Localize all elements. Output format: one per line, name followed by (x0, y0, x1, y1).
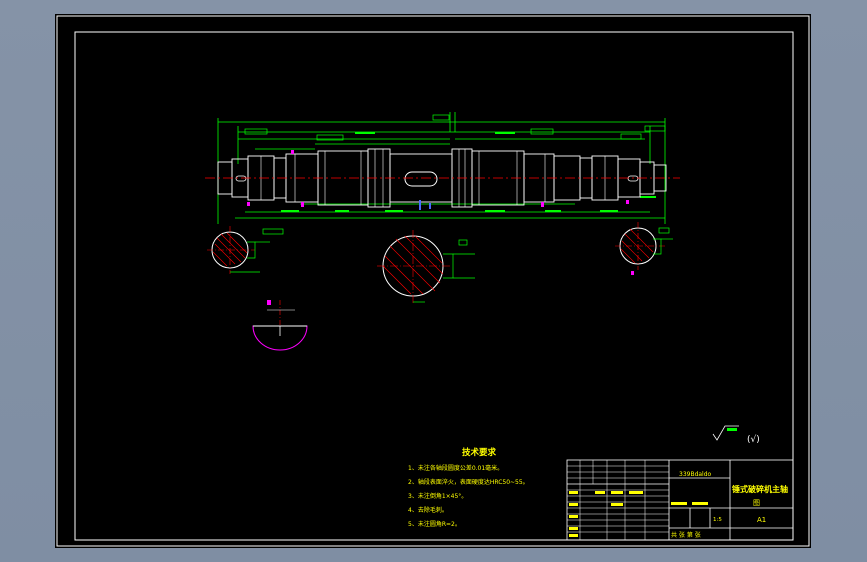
tech-req-item-3: 3、未注倒角1×45°。 (408, 492, 467, 500)
inner-frame (74, 31, 794, 541)
cad-drawing: 技术要求 1、未注各轴段圆度公差0.01毫米。 2、轴段表面淬火，表面硬度达HR… (56, 15, 810, 547)
drawing-title: 锤式破碎机主轴 (732, 484, 788, 494)
keyway-slot (404, 171, 438, 187)
tech-req-item-4: 4、去除毛刺。 (408, 506, 448, 514)
section-right (615, 222, 673, 275)
drawing-sheet: 技术要求 1、未注各轴段圆度公差0.01毫米。 2、轴段表面淬火，表面硬度达HR… (55, 14, 811, 548)
technical-requirements: 技术要求 1、未注各轴段圆度公差0.01毫米。 2、轴段表面淬火，表面硬度达HR… (408, 447, 529, 528)
title-block-code: 339Bdaldo (679, 471, 712, 478)
roughness-note: (√) (747, 434, 760, 445)
section-left (207, 226, 284, 274)
title-block-footer: 共 张 第 张 (671, 531, 701, 539)
tech-req-title: 技术要求 (462, 447, 497, 458)
title-block: 339Bdaldo 锤式破碎机主轴 图 1:5 A1 共 张 第 张 (566, 459, 794, 541)
tech-req-item-1: 1、未注各轴段圆度公差0.01毫米。 (408, 464, 503, 472)
sheet-size: A1 (757, 516, 766, 524)
tech-req-item-2: 2、轴段表面淬火，表面硬度达HRC50~55。 (408, 478, 529, 486)
tech-req-item-5: 5、未注圆角R=2。 (408, 520, 461, 528)
detail-half-circle (252, 300, 308, 351)
drawing-title-line2: 图 (753, 499, 760, 507)
section-middle (377, 230, 475, 304)
roughness-symbol: (√) (712, 425, 760, 445)
scale-value: 1:5 (713, 517, 722, 523)
shaft-main-view (205, 112, 680, 224)
